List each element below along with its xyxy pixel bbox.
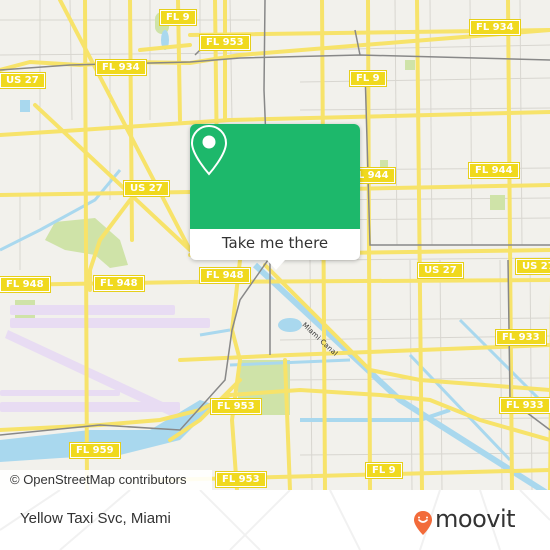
route-shield: FL 933 [496, 330, 546, 345]
route-shield: FL 9 [366, 463, 402, 478]
route-shield: FL 9 [350, 71, 386, 86]
route-shield: FL 959 [70, 443, 120, 458]
take-me-there-button[interactable]: Take me there [190, 229, 360, 260]
place-name: Yellow Taxi Svc, Miami [20, 510, 171, 527]
route-shield: FL 953 [216, 472, 266, 487]
moovit-logo[interactable]: moovit [413, 505, 538, 538]
route-shield: FL 944 [469, 163, 519, 178]
route-shield: US 27 [0, 73, 45, 88]
route-shield: FL 953 [200, 35, 250, 50]
destination-popup: Take me there [190, 124, 360, 270]
route-shield: FL 948 [200, 268, 250, 283]
moovit-pin-icon [414, 511, 432, 535]
route-shield: FL 953 [211, 399, 261, 414]
route-shield: US 27 [516, 259, 550, 274]
route-shield: FL 9 [160, 10, 196, 25]
route-shield: US 27 [124, 181, 169, 196]
route-shield: FL 933 [500, 398, 550, 413]
airport-runways [0, 305, 210, 418]
route-shield: FL 934 [470, 20, 520, 35]
map-pin-icon [190, 124, 228, 176]
moovit-wordmark: moovit [435, 505, 516, 533]
route-shield: FL 934 [96, 60, 146, 75]
map-canvas[interactable]: Miami Canal FL 9 FL 953 FL 934 FL 934 US… [0, 0, 550, 490]
popup-pointer [267, 260, 285, 270]
route-shield: FL 948 [0, 277, 50, 292]
route-shield: US 27 [418, 263, 463, 278]
map-attribution[interactable]: © OpenStreetMap contributors [0, 470, 212, 490]
route-shield: FL 948 [94, 276, 144, 291]
popup-header [190, 124, 360, 229]
